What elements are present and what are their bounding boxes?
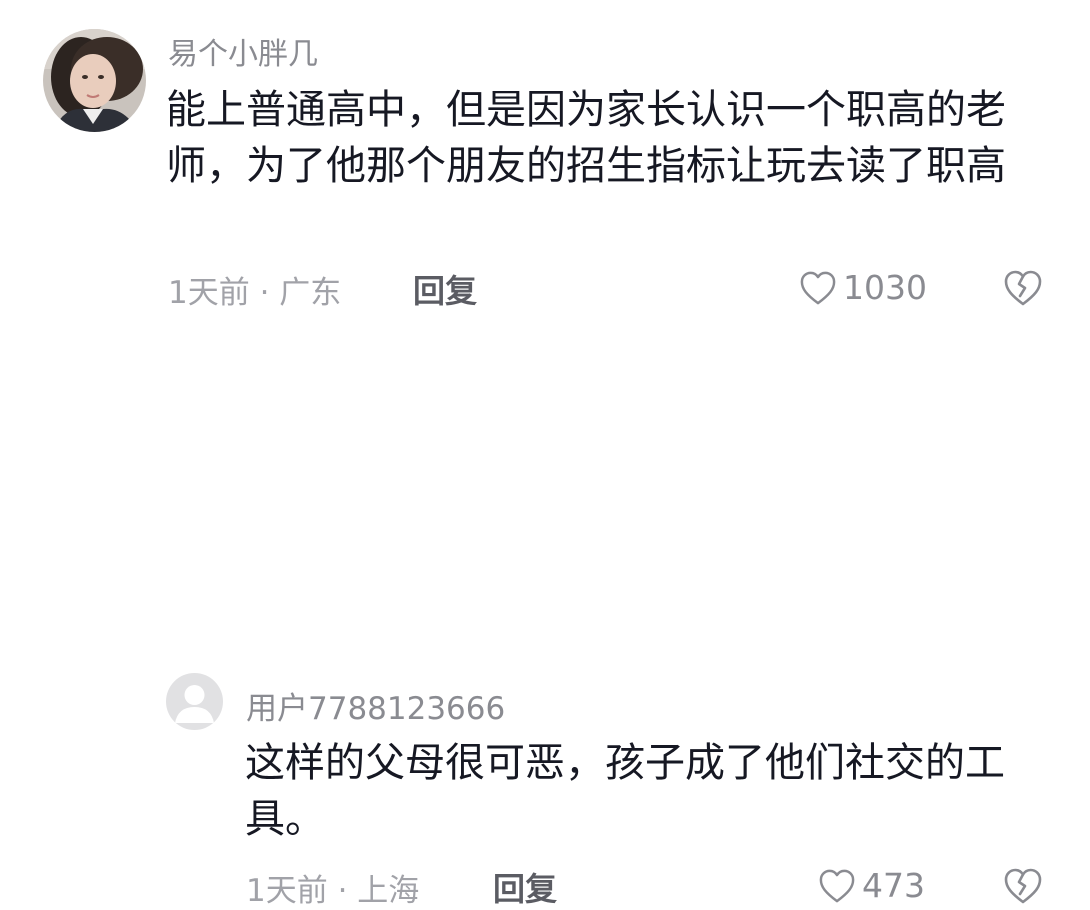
user-avatar[interactable] [43, 29, 146, 132]
comment-username[interactable]: 易个小胖几 [168, 29, 318, 73]
like-button[interactable]: 473 [818, 866, 925, 905]
like-count: 1030 [843, 268, 927, 307]
broken-heart-icon [1004, 270, 1042, 306]
broken-heart-icon [1004, 868, 1042, 904]
reply-comment-item: 用户7788123666 这样的父母很可恶，孩子成了他们社交的工具。 1天前 ·… [0, 330, 1090, 909]
user-avatar[interactable] [166, 673, 223, 730]
reply-button[interactable]: 回复 [413, 266, 477, 312]
heart-outline-icon [819, 869, 855, 902]
default-user-avatar-icon [166, 673, 223, 730]
reply-button[interactable]: 回复 [493, 864, 557, 910]
like-count: 473 [862, 866, 925, 905]
comment-text: 这样的父母很可恶，孩子成了他们社交的工具。 [245, 740, 1005, 842]
comment-text: 能上普通高中，但是因为家长认识一个职高的老师，为了他那个朋友的招生指标让玩去读了… [166, 87, 1006, 189]
comment-meta: 1天前 · 上海 [246, 873, 420, 909]
comment-username[interactable]: 用户7788123666 [246, 683, 505, 728]
dislike-button[interactable] [1003, 268, 1043, 308]
like-button[interactable]: 1030 [799, 268, 927, 307]
heart-outline-icon [800, 271, 836, 304]
user-photo-avatar-icon [43, 29, 146, 132]
dislike-button[interactable] [1003, 866, 1043, 906]
comment-item: 易个小胖几 能上普通高中，但是因为家长认识一个职高的老师，为了他那个朋友的招生指… [0, 0, 1090, 330]
comment-meta: 1天前 · 广东 [168, 275, 342, 311]
